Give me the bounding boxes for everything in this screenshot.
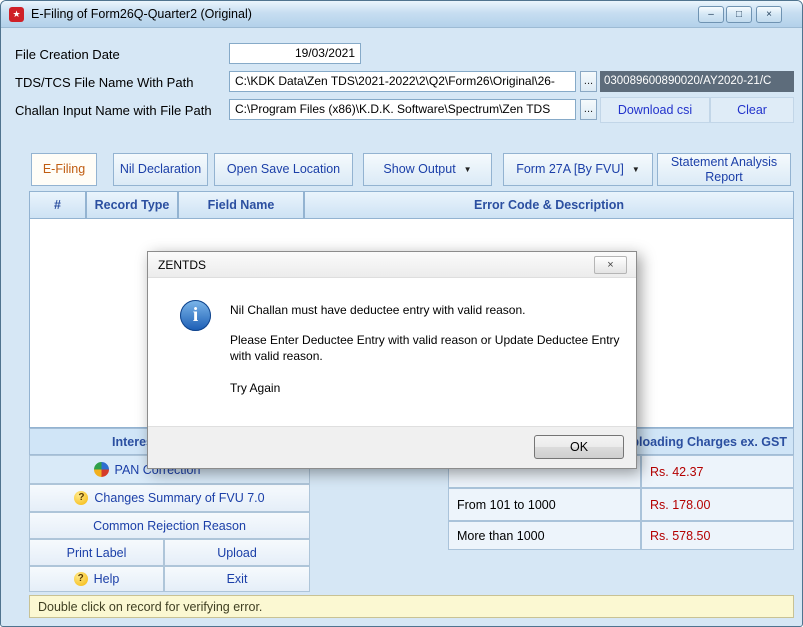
tab-e-filing-label: E-Filing	[42, 162, 86, 176]
tds-path-input[interactable]: C:\KDK Data\Zen TDS\2021-2022\2\Q2\Form2…	[229, 71, 576, 92]
chevron-down-icon: ▼	[631, 165, 640, 174]
tds-path-browse-button[interactable]: ...	[580, 71, 597, 92]
upload-label: Upload	[217, 545, 257, 560]
file-creation-date-label: File Creation Date	[15, 47, 120, 62]
changes-summary-label: Changes Summary of FVU 7.0	[94, 491, 265, 505]
dialog-message-line-2: Please Enter Deductee Entry with valid r…	[230, 333, 620, 363]
tab-open-save-location[interactable]: Open Save Location	[214, 153, 353, 186]
error-table-header-index: #	[29, 191, 86, 219]
dialog-close-button[interactable]: ×	[594, 256, 627, 274]
tds-path-label: TDS/TCS File Name With Path	[15, 75, 194, 90]
charges-row-3-label: More than 1000	[448, 521, 641, 550]
tab-statement-analysis-report[interactable]: Statement Analysis Report	[657, 153, 791, 186]
tab-show-output-label: Show Output	[383, 162, 456, 176]
exit-button[interactable]: Exit	[164, 566, 310, 592]
chevron-down-icon: ▼	[463, 165, 472, 174]
exit-label: Exit	[226, 572, 248, 586]
changes-summary-button[interactable]: ? Changes Summary of FVU 7.0	[29, 484, 310, 512]
common-rejection-reason-label: Common Rejection Reason	[93, 518, 246, 533]
close-button[interactable]: ×	[756, 6, 782, 23]
download-csi-button[interactable]: Download csi	[600, 97, 710, 123]
clear-button[interactable]: Clear	[710, 97, 794, 123]
info-icon: i	[180, 300, 211, 331]
challan-path-input[interactable]: C:\Program Files (x86)\K.D.K. Software\S…	[229, 99, 576, 120]
question-badge-icon: ?	[73, 572, 88, 586]
pan-correction-icon	[93, 462, 109, 477]
charges-row-1-amount: Rs. 42.37	[641, 455, 794, 488]
dialog-body: i Nil Challan must have deductee entry w…	[148, 278, 636, 428]
zentds-message-dialog: ZENTDS × i Nil Challan must have deducte…	[147, 251, 637, 469]
maximize-button[interactable]: □	[726, 6, 752, 23]
app-logo-icon: ★	[9, 7, 24, 22]
tab-nil-declaration[interactable]: Nil Declaration	[113, 153, 208, 186]
challan-path-browse-button[interactable]: ...	[580, 99, 597, 120]
tab-statement-analysis-report-label: Statement Analysis Report	[670, 154, 778, 184]
error-table-header-field-name: Field Name	[178, 191, 304, 219]
help-button[interactable]: ? Help	[29, 566, 164, 592]
tab-e-filing[interactable]: E-Filing	[31, 153, 97, 186]
app-window: ★ E-Filing of Form26Q-Quarter2 (Original…	[0, 0, 803, 627]
charges-row-2-amount: Rs. 178.00	[641, 488, 794, 521]
dialog-message-line-3: Try Again	[230, 381, 281, 395]
dialog-message-line-1: Nil Challan must have deductee entry wit…	[230, 303, 526, 317]
dialog-title: ZENTDS	[158, 257, 206, 272]
error-table-header-error-description: Error Code & Description	[304, 191, 794, 219]
error-table-header-record-type: Record Type	[86, 191, 178, 219]
tab-open-save-location-label: Open Save Location	[226, 162, 341, 176]
tab-show-output[interactable]: Show Output ▼	[363, 153, 492, 186]
minimize-button[interactable]: –	[698, 6, 724, 23]
charges-row-2-label: From 101 to 1000	[448, 488, 641, 521]
status-bar: Double click on record for verifying err…	[29, 595, 794, 618]
tab-form-27a[interactable]: Form 27A [By FVU] ▼	[503, 153, 653, 186]
file-creation-date-input[interactable]: 19/03/2021	[229, 43, 361, 64]
tab-form-27a-label: Form 27A [By FVU]	[516, 162, 624, 176]
dialog-footer: OK	[148, 426, 636, 468]
charges-row-3-amount: Rs. 578.50	[641, 521, 794, 550]
print-label-button[interactable]: Print Label	[29, 539, 164, 566]
common-rejection-reason-button[interactable]: Common Rejection Reason	[29, 512, 310, 539]
tab-nil-declaration-label: Nil Declaration	[119, 162, 202, 176]
dialog-message: Nil Challan must have deductee entry wit…	[230, 302, 634, 396]
upload-button[interactable]: Upload	[164, 539, 310, 566]
tds-path-suffix-display: 030089600890020/AY2020-21/C	[600, 71, 794, 92]
question-badge-icon: ?	[74, 491, 89, 505]
challan-path-label: Challan Input Name with File Path	[15, 103, 212, 118]
titlebar: ★ E-Filing of Form26Q-Quarter2 (Original…	[1, 1, 802, 28]
print-label-label: Print Label	[66, 545, 127, 560]
ok-button[interactable]: OK	[534, 435, 624, 459]
help-label: Help	[93, 572, 120, 586]
window-title: E-Filing of Form26Q-Quarter2 (Original)	[31, 7, 252, 21]
dialog-titlebar: ZENTDS	[148, 252, 636, 278]
